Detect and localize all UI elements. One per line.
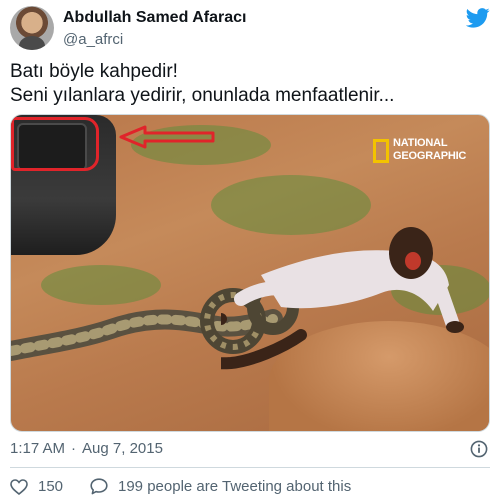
author-display-name[interactable]: Abdullah Samed Afaracı xyxy=(63,9,246,27)
tweet-photo[interactable]: NATIONAL GEOGRAPHIC xyxy=(10,114,490,432)
speech-bubble-icon xyxy=(90,478,108,495)
avatar[interactable] xyxy=(10,6,54,50)
divider xyxy=(10,467,490,468)
tweet-text-line: Seni yılanlara yedirir, onunlada menfaat… xyxy=(10,85,395,106)
author-handle[interactable]: @a_afrci xyxy=(63,31,123,48)
tweet-header: Abdullah Samed Afaracı @a_afrci xyxy=(10,4,490,54)
natgeo-line1: NATIONAL xyxy=(393,137,448,149)
natgeo-line2: GEOGRAPHIC xyxy=(393,150,467,162)
tweet-date: Aug 7, 2015 xyxy=(82,440,163,457)
tweeting-about-text: 199 people are Tweeting about this xyxy=(118,478,352,495)
red-highlight-box xyxy=(11,117,99,171)
boy xyxy=(221,227,464,370)
tweet-time: 1:17 AM xyxy=(10,440,66,457)
red-arrow-icon xyxy=(119,125,215,149)
info-icon[interactable] xyxy=(470,440,488,458)
natgeo-yellow-frame-icon xyxy=(373,139,389,163)
tweet-timestamp[interactable]: 1:17 AM · Aug 7, 2015 xyxy=(10,440,169,457)
national-geographic-logo: NATIONAL GEOGRAPHIC xyxy=(373,137,473,169)
like-button[interactable]: 150 xyxy=(10,478,63,495)
twitter-bird-icon[interactable] xyxy=(466,8,490,28)
tweet-text-line: Batı böyle kahpedir! xyxy=(10,61,178,82)
tweeting-about-link[interactable]: 199 people are Tweeting about this xyxy=(90,478,351,495)
natgeo-wordmark: NATIONAL GEOGRAPHIC xyxy=(393,137,466,163)
tweet-text: Batı böyle kahpedir! Seni yılanlara yedi… xyxy=(10,60,490,108)
like-count: 150 xyxy=(38,478,64,495)
timestamp-separator: · xyxy=(71,440,77,457)
heart-icon xyxy=(10,478,28,495)
